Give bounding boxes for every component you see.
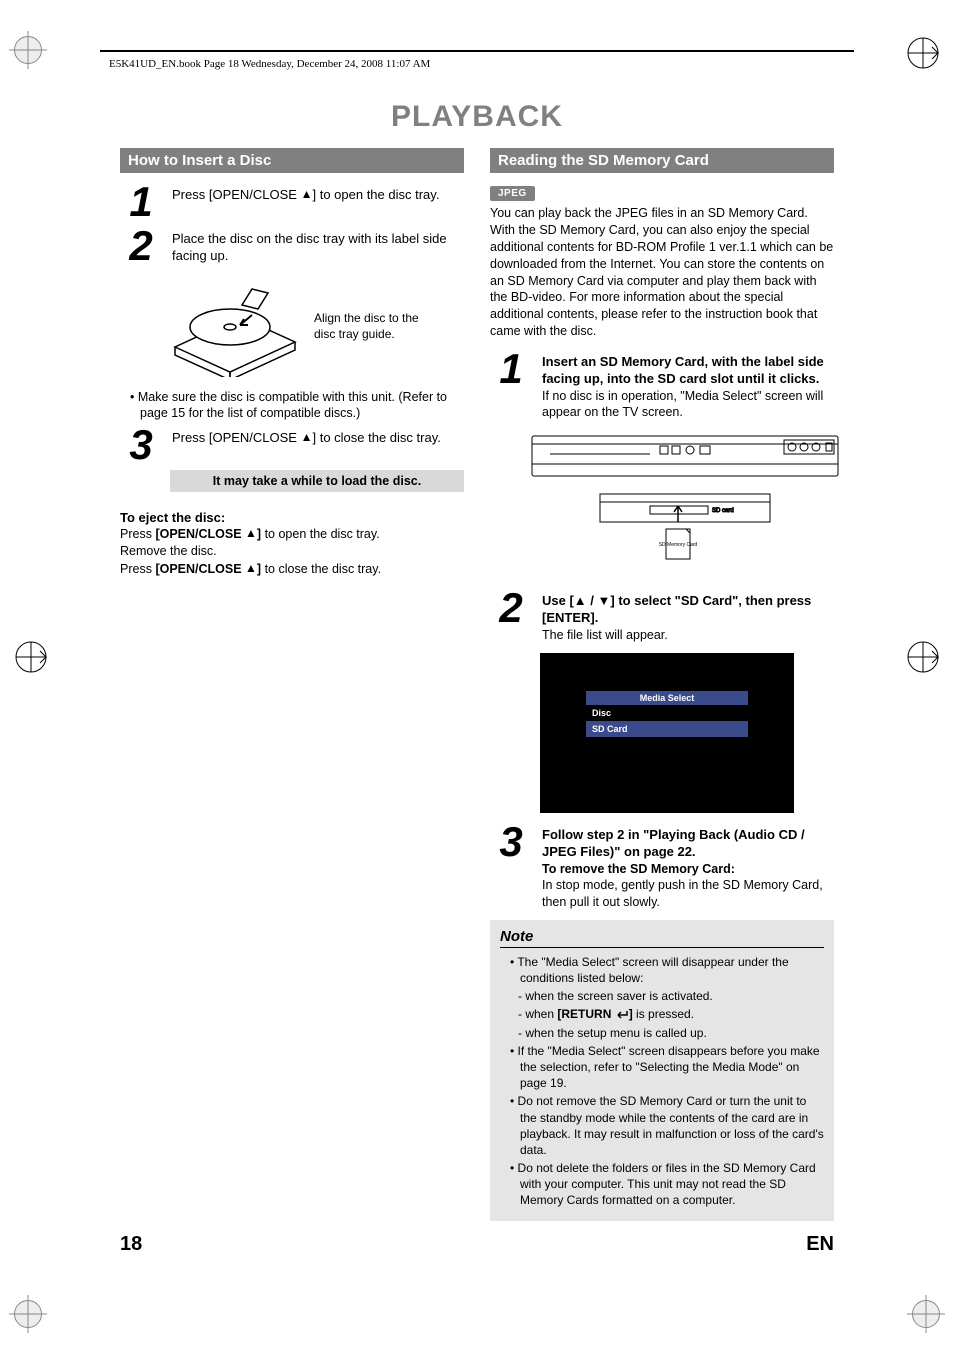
eject-icon: ▲ <box>245 561 257 575</box>
figure-caption: Align the disc to the disc tray guide. <box>314 311 434 342</box>
step-number: 2 <box>490 589 532 643</box>
note-item: • If the "Media Select" screen disappear… <box>502 1043 824 1092</box>
step-text: Use [▲ / ▼] to select "SD Card", then pr… <box>542 589 834 643</box>
note-item: • Do not delete the folders or files in … <box>502 1160 824 1209</box>
crop-mark-top-left <box>14 36 42 64</box>
step-number: 3 <box>120 426 162 464</box>
step-text: Place the disc on the disc tray with its… <box>172 227 464 265</box>
page-title: PLAYBACK <box>0 100 954 134</box>
step-2-right: 2 Use [▲ / ▼] to select "SD Card", then … <box>490 589 834 643</box>
jpeg-badge: JPEG <box>490 186 535 201</box>
footer: 18 EN <box>0 1221 954 1256</box>
media-select-title: Media Select <box>586 691 748 705</box>
note-box: Note • The "Media Select" screen will di… <box>490 920 834 1221</box>
step-2-left: 2 Place the disc on the disc tray with i… <box>120 227 464 265</box>
sd-intro: You can play back the JPEG files in an S… <box>490 205 834 340</box>
step-number: 3 <box>490 823 532 910</box>
note-subitem: - when the setup menu is called up. <box>502 1025 824 1041</box>
crop-mark-bottom-right <box>912 1300 940 1328</box>
eject-line2: Remove the disc. <box>120 543 464 560</box>
device-figure: SD card SD Memory Card <box>530 434 834 579</box>
eject-icon: ▲ <box>245 526 257 540</box>
eject-line1: Press [OPEN/CLOSE ▲] to open the disc tr… <box>120 525 464 543</box>
crop-mark-mid-left <box>14 640 48 679</box>
up-arrow-icon: ▲ <box>574 593 587 608</box>
disc-tray-icon <box>170 277 300 377</box>
media-select-figure: Media Select Disc SD Card <box>540 653 834 813</box>
section-sd-card: Reading the SD Memory Card <box>490 148 834 173</box>
eject-line3: Press [OPEN/CLOSE ▲] to close the disc t… <box>120 560 464 578</box>
step-1-left: 1 Press [OPEN/CLOSE ▲] to open the disc … <box>120 183 464 221</box>
language-code: EN <box>806 1233 834 1256</box>
page-number: 18 <box>120 1233 142 1256</box>
header-rule <box>100 50 854 52</box>
step-3-left: 3 Press [OPEN/CLOSE ▲] to close the disc… <box>120 426 464 464</box>
step-text: Follow step 2 in "Playing Back (Audio CD… <box>542 823 834 910</box>
load-note: It may take a while to load the disc. <box>170 470 464 492</box>
crop-mark-bottom-left <box>14 1300 42 1328</box>
step-number: 1 <box>490 350 532 420</box>
down-arrow-icon: ▼ <box>598 593 611 608</box>
disc-tray-figure: Align the disc to the disc tray guide. <box>170 277 464 377</box>
right-column: Reading the SD Memory Card JPEG You can … <box>490 148 834 1221</box>
step-3-right: 3 Follow step 2 in "Playing Back (Audio … <box>490 823 834 910</box>
sd-card-label: SD Memory Card <box>659 542 698 548</box>
note-subitem: - when the screen saver is activated. <box>502 988 824 1004</box>
left-column: How to Insert a Disc 1 Press [OPEN/CLOSE… <box>120 148 464 1221</box>
eject-icon: ▲ <box>301 430 313 444</box>
step-text: Insert an SD Memory Card, with the label… <box>542 350 834 420</box>
header-meta: E5K41UD_EN.book Page 18 Wednesday, Decem… <box>109 58 430 70</box>
note-title: Note <box>500 928 824 948</box>
step-text: Press [OPEN/CLOSE ▲] to open the disc tr… <box>172 183 439 221</box>
crop-mark-mid-right <box>906 640 940 679</box>
note-item: • Do not remove the SD Memory Card or tu… <box>502 1093 824 1158</box>
return-icon <box>615 1010 629 1020</box>
eject-icon: ▲ <box>301 187 313 201</box>
section-insert-disc: How to Insert a Disc <box>120 148 464 173</box>
eject-heading: To eject the disc: <box>120 510 464 525</box>
note-item: • The "Media Select" screen will disappe… <box>502 954 824 986</box>
step-number: 2 <box>120 227 162 265</box>
note-subitem: - when [RETURN ] is pressed. <box>502 1006 824 1022</box>
media-option-sdcard: SD Card <box>586 721 748 737</box>
svg-text:SD card: SD card <box>712 508 734 514</box>
step-text: Press [OPEN/CLOSE ▲] to close the disc t… <box>172 426 441 464</box>
step-1-right: 1 Insert an SD Memory Card, with the lab… <box>490 350 834 420</box>
crop-mark-top-right <box>906 36 940 75</box>
step-number: 1 <box>120 183 162 221</box>
compat-note: • Make sure the disc is compatible with … <box>130 389 464 423</box>
media-option-disc: Disc <box>586 705 748 721</box>
